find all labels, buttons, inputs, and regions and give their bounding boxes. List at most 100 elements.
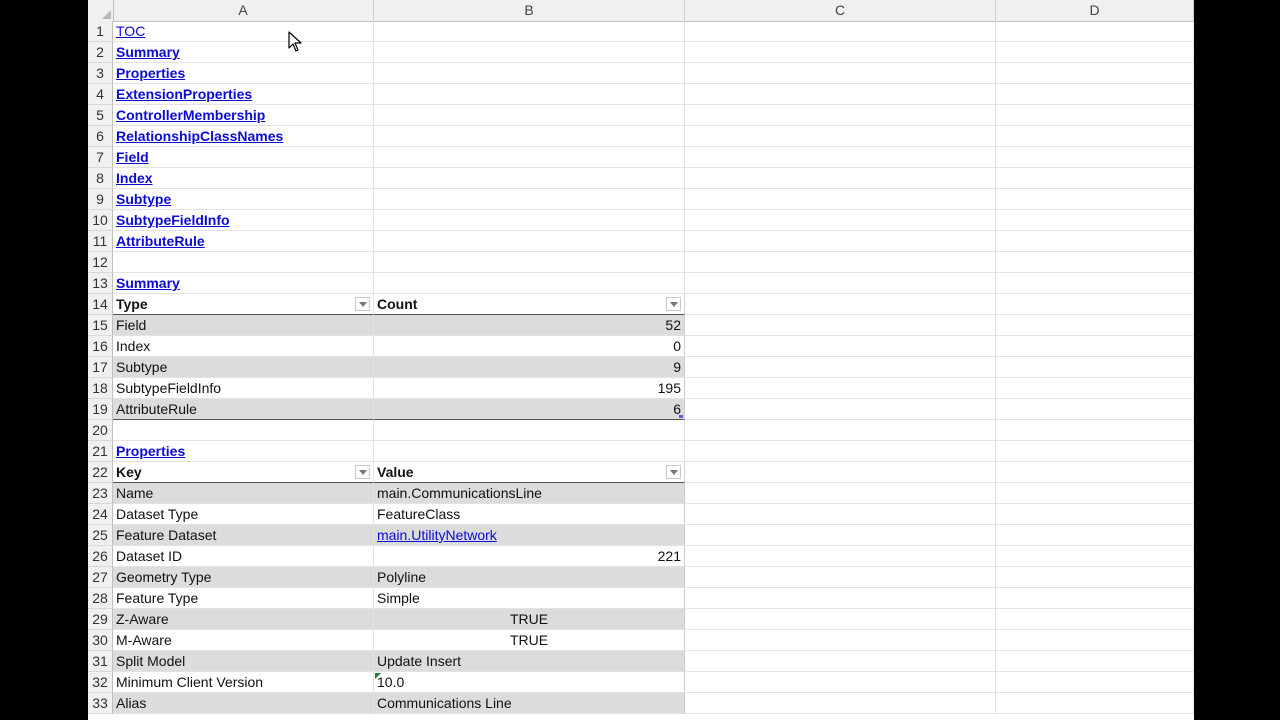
row-number[interactable]: 13 [88, 273, 113, 294]
cell-a[interactable]: RelationshipClassNames [113, 126, 374, 147]
row-number[interactable]: 24 [88, 504, 113, 525]
cell-a[interactable]: Feature Type [113, 588, 374, 609]
cell-a[interactable]: Geometry Type [113, 567, 374, 588]
cell-b[interactable] [374, 231, 685, 252]
cell-b[interactable]: TRUE [374, 630, 685, 651]
cell-a[interactable]: Type [113, 294, 374, 315]
cell-a[interactable]: Field [113, 315, 374, 336]
cell-b[interactable] [374, 84, 685, 105]
cell-c[interactable] [685, 189, 996, 210]
cell-a[interactable]: Subtype [113, 189, 374, 210]
row-number[interactable]: 26 [88, 546, 113, 567]
hyperlink[interactable]: Field [116, 149, 149, 165]
cell-c[interactable] [685, 126, 996, 147]
cell-c[interactable] [685, 84, 996, 105]
cell-b[interactable]: main.UtilityNetwork [374, 525, 685, 546]
cell-c[interactable] [685, 21, 996, 42]
column-header-d[interactable]: D [996, 0, 1194, 21]
cell-d[interactable] [996, 84, 1194, 105]
cell-b[interactable]: Update Insert [374, 651, 685, 672]
cell-a[interactable]: SubtypeFieldInfo [113, 210, 374, 231]
row-number[interactable]: 33 [88, 693, 113, 714]
cell-a[interactable] [113, 252, 374, 273]
cell-c[interactable] [685, 294, 996, 315]
cell-c[interactable] [685, 567, 996, 588]
cell-c[interactable] [685, 525, 996, 546]
filter-dropdown-button[interactable] [355, 297, 370, 311]
hyperlink[interactable]: main.UtilityNetwork [377, 527, 497, 543]
row-number[interactable]: 25 [88, 525, 113, 546]
cell-c[interactable] [685, 483, 996, 504]
cell-d[interactable] [996, 252, 1194, 273]
cell-d[interactable] [996, 546, 1194, 567]
cell-b[interactable] [374, 210, 685, 231]
cell-c[interactable] [685, 630, 996, 651]
cell-b[interactable]: 52 [374, 315, 685, 336]
cell-a[interactable] [113, 420, 374, 441]
cell-a[interactable]: M-Aware [113, 630, 374, 651]
cell-b[interactable]: 6 [374, 399, 685, 420]
cell-c[interactable] [685, 336, 996, 357]
hyperlink[interactable]: TOC [116, 23, 145, 39]
cell-d[interactable] [996, 525, 1194, 546]
row-number[interactable]: 21 [88, 441, 113, 462]
cell-a[interactable]: Index [113, 336, 374, 357]
cell-a[interactable]: Key [113, 462, 374, 483]
cell-d[interactable] [996, 63, 1194, 84]
cell-a[interactable]: SubtypeFieldInfo [113, 378, 374, 399]
column-header-b[interactable]: B [374, 0, 685, 21]
cell-b[interactable] [374, 126, 685, 147]
cell-d[interactable] [996, 21, 1194, 42]
cell-c[interactable] [685, 693, 996, 714]
cell-d[interactable] [996, 126, 1194, 147]
cell-a[interactable]: AttributeRule [113, 399, 374, 420]
row-number[interactable]: 5 [88, 105, 113, 126]
hyperlink[interactable]: ExtensionProperties [116, 86, 252, 102]
cell-d[interactable] [996, 588, 1194, 609]
cell-a[interactable]: Name [113, 483, 374, 504]
cell-d[interactable] [996, 672, 1194, 693]
hyperlink[interactable]: Subtype [116, 191, 171, 207]
row-number[interactable]: 12 [88, 252, 113, 273]
row-number[interactable]: 14 [88, 294, 113, 315]
cell-a[interactable]: Feature Dataset [113, 525, 374, 546]
row-number[interactable]: 11 [88, 231, 113, 252]
cell-d[interactable] [996, 105, 1194, 126]
hyperlink[interactable]: ControllerMembership [116, 107, 265, 123]
cell-d[interactable] [996, 42, 1194, 63]
cell-b[interactable]: Value [374, 462, 685, 483]
row-number[interactable]: 15 [88, 315, 113, 336]
table-resize-handle[interactable] [679, 415, 683, 418]
row-number[interactable]: 4 [88, 84, 113, 105]
cell-c[interactable] [685, 63, 996, 84]
cell-d[interactable] [996, 357, 1194, 378]
cell-a[interactable]: Dataset Type [113, 504, 374, 525]
cell-c[interactable] [685, 105, 996, 126]
cell-b[interactable] [374, 168, 685, 189]
cell-b[interactable]: 10.0 [374, 672, 685, 693]
cell-c[interactable] [685, 420, 996, 441]
cell-b[interactable]: TRUE [374, 609, 685, 630]
cell-b[interactable] [374, 42, 685, 63]
cell-d[interactable] [996, 504, 1194, 525]
cell-a[interactable]: Minimum Client Version [113, 672, 374, 693]
cell-d[interactable] [996, 483, 1194, 504]
cell-b[interactable]: 221 [374, 546, 685, 567]
cell-d[interactable] [996, 189, 1194, 210]
cell-a[interactable]: Properties [113, 63, 374, 84]
row-number[interactable]: 2 [88, 42, 113, 63]
cell-d[interactable] [996, 462, 1194, 483]
cell-c[interactable] [685, 504, 996, 525]
cell-c[interactable] [685, 168, 996, 189]
cell-b[interactable]: Polyline [374, 567, 685, 588]
hyperlink[interactable]: Summary [116, 44, 180, 60]
cell-c[interactable] [685, 147, 996, 168]
cell-b[interactable] [374, 21, 685, 42]
cell-a[interactable]: Index [113, 168, 374, 189]
row-number[interactable]: 29 [88, 609, 113, 630]
cell-a[interactable]: Field [113, 147, 374, 168]
cell-d[interactable] [996, 273, 1194, 294]
cell-b[interactable]: Count [374, 294, 685, 315]
cell-d[interactable] [996, 630, 1194, 651]
cell-c[interactable] [685, 357, 996, 378]
